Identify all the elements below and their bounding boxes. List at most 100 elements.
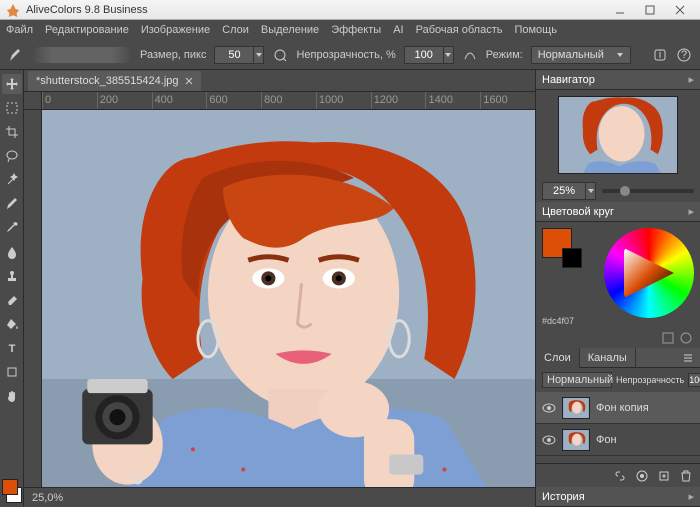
layer-thumbnail <box>562 397 590 419</box>
ruler-vertical <box>24 110 42 487</box>
maximize-button[interactable] <box>636 2 664 18</box>
layer-footer <box>536 463 700 487</box>
color-triangle[interactable] <box>624 248 674 298</box>
right-panel: Навигатор ▸ 25% Цветовой круг ▸ <box>535 70 700 507</box>
brush-tool-icon <box>8 47 24 63</box>
menu-effects[interactable]: Эффекты <box>331 24 381 36</box>
bucket-tool[interactable] <box>2 314 22 334</box>
crop-tool[interactable] <box>2 122 22 142</box>
size-picker-icon[interactable] <box>272 47 288 63</box>
canvas[interactable]: 02004006008001000120014001600 <box>24 92 535 487</box>
blend-mode-select[interactable]: Нормальный <box>531 46 631 64</box>
navigator-thumbnail[interactable] <box>558 96 678 174</box>
selection-tool[interactable] <box>2 98 22 118</box>
channels-tab[interactable]: Каналы <box>580 348 636 368</box>
svg-text:?: ? <box>681 49 687 61</box>
lasso-tool[interactable] <box>2 146 22 166</box>
menu-layers[interactable]: Слои <box>222 24 249 36</box>
fx-icon[interactable] <box>634 468 650 484</box>
navigator-header[interactable]: Навигатор ▸ <box>536 70 700 90</box>
navigator-preview[interactable] <box>536 90 700 180</box>
panel-collapse-icon[interactable]: ▸ <box>688 205 694 218</box>
mode-label: Режим: <box>486 49 523 61</box>
brush-tool[interactable] <box>2 194 22 214</box>
pressure-opacity-icon[interactable] <box>462 47 478 63</box>
panel-collapse-icon[interactable]: ▸ <box>688 490 694 503</box>
navigator-zoom-row: 25% <box>536 180 700 202</box>
tool-strip: T <box>0 70 24 507</box>
navigator-zoom-slider[interactable] <box>602 189 694 193</box>
stamp-tool[interactable] <box>2 266 22 286</box>
close-tab-icon[interactable] <box>185 77 193 85</box>
menu-ai[interactable]: AI <box>393 24 403 36</box>
opacity-input[interactable]: 100 <box>404 46 444 64</box>
delete-layer-icon[interactable] <box>678 468 694 484</box>
menu-selection[interactable]: Выделение <box>261 24 319 36</box>
blur-tool[interactable] <box>2 242 22 262</box>
color-option-icon[interactable] <box>680 332 694 346</box>
titlebar: AliveColors 9.8 Business <box>0 0 700 20</box>
menu-help[interactable]: Помощь <box>514 24 557 36</box>
svg-text:T: T <box>8 343 15 355</box>
layer-name: Фон <box>596 434 617 446</box>
document-tabbar: *shutterstock_385515424.jpg <box>24 70 535 92</box>
size-input[interactable]: 50 <box>214 46 254 64</box>
document-tab[interactable]: *shutterstock_385515424.jpg <box>28 71 201 91</box>
size-dropdown[interactable] <box>254 46 264 64</box>
size-label: Размер, пикс <box>140 49 206 61</box>
close-button[interactable] <box>666 2 694 18</box>
color-option-icon[interactable] <box>662 332 676 346</box>
layer-opacity-input[interactable]: 100 <box>688 373 700 387</box>
color-panel-title: Цветовой круг <box>542 206 614 218</box>
layer-row[interactable]: Фон <box>536 424 700 456</box>
eraser-tool[interactable] <box>2 290 22 310</box>
foreground-color[interactable] <box>2 479 18 495</box>
link-layers-icon[interactable] <box>612 468 628 484</box>
shape-tool[interactable] <box>2 362 22 382</box>
menu-image[interactable]: Изображение <box>141 24 210 36</box>
navigator-zoom-input[interactable]: 25% <box>542 182 586 200</box>
menu-workspace[interactable]: Рабочая область <box>416 24 503 36</box>
info-icon[interactable]: i <box>652 47 668 63</box>
panel-menu-icon[interactable] <box>682 352 694 364</box>
app-title: AliveColors 9.8 Business <box>26 4 606 16</box>
move-tool[interactable] <box>2 74 22 94</box>
brush-preview[interactable] <box>32 47 132 63</box>
layer-thumbnail <box>562 429 590 451</box>
ruler-corner <box>24 92 42 110</box>
color-hex-label: #dc4f07 <box>542 316 574 326</box>
hand-tool[interactable] <box>2 386 22 406</box>
svg-text:i: i <box>659 49 661 61</box>
opacity-dropdown[interactable] <box>444 46 454 64</box>
navigator-zoom-dropdown[interactable] <box>586 182 596 200</box>
minimize-button[interactable] <box>606 2 634 18</box>
layer-row[interactable]: Фон копия <box>536 392 700 424</box>
help-icon[interactable]: ? <box>676 47 692 63</box>
navigator-title: Навигатор <box>542 74 595 86</box>
menu-file[interactable]: Файл <box>6 24 33 36</box>
color-wheel[interactable] <box>604 228 694 318</box>
layers-tab[interactable]: Слои <box>536 348 580 368</box>
history-header[interactable]: История ▸ <box>536 487 700 507</box>
zoom-status: 25,0% <box>32 492 63 504</box>
menu-edit[interactable]: Редактирование <box>45 24 129 36</box>
magic-wand-tool[interactable] <box>2 170 22 190</box>
visibility-icon[interactable] <box>542 401 556 415</box>
panel-collapse-icon[interactable]: ▸ <box>688 73 694 86</box>
ruler-horizontal: 02004006008001000120014001600 <box>42 92 535 110</box>
text-tool[interactable]: T <box>2 338 22 358</box>
options-toolbar: Размер, пикс 50 Непрозрачность, % 100 Ре… <box>0 40 700 70</box>
color-background-swatch[interactable] <box>562 248 582 268</box>
image-viewport[interactable] <box>42 110 535 487</box>
layer-blend-select[interactable]: Нормальный <box>542 372 612 388</box>
history-title: История <box>542 491 585 503</box>
visibility-icon[interactable] <box>542 433 556 447</box>
new-layer-icon[interactable] <box>656 468 672 484</box>
color-swatches[interactable] <box>2 479 22 503</box>
document-tab-label: *shutterstock_385515424.jpg <box>36 75 179 87</box>
layer-opacity-label: Непрозрачность <box>616 375 684 385</box>
color-panel-header[interactable]: Цветовой круг ▸ <box>536 202 700 222</box>
color-wheel-area: #dc4f07 <box>536 222 700 332</box>
eyedropper-tool[interactable] <box>2 218 22 238</box>
document-image <box>42 110 535 487</box>
